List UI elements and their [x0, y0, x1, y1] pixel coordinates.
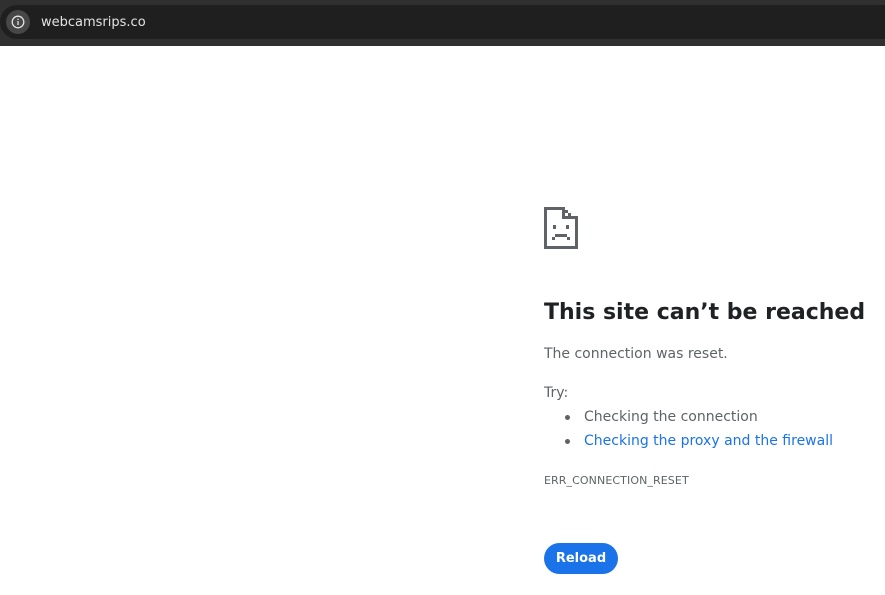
suggestions-list: Checking the connection Checking the pro…	[544, 408, 833, 456]
bullet-dot	[565, 415, 570, 420]
error-message: The connection was reset.	[544, 346, 728, 362]
reload-button[interactable]: Reload	[544, 543, 618, 574]
url-text[interactable]: webcamsrips.co	[41, 14, 146, 31]
proxy-firewall-link[interactable]: Checking the proxy and the firewall	[584, 433, 833, 449]
sad-document-icon	[544, 207, 578, 249]
error-code: ERR_CONNECTION_RESET	[544, 474, 689, 487]
site-info-button[interactable]	[6, 10, 30, 34]
try-label: Try:	[544, 385, 569, 401]
browser-toolbar: webcamsrips.co	[0, 0, 885, 46]
info-icon	[11, 15, 25, 29]
bullet-dot	[565, 439, 570, 444]
address-bar[interactable]: webcamsrips.co	[0, 5, 885, 39]
suggestion-item: Checking the proxy and the firewall	[544, 432, 833, 456]
suggestion-item: Checking the connection	[544, 408, 833, 432]
page-title: This site can’t be reached	[544, 300, 866, 325]
suggestion-text: Checking the connection	[584, 409, 758, 425]
